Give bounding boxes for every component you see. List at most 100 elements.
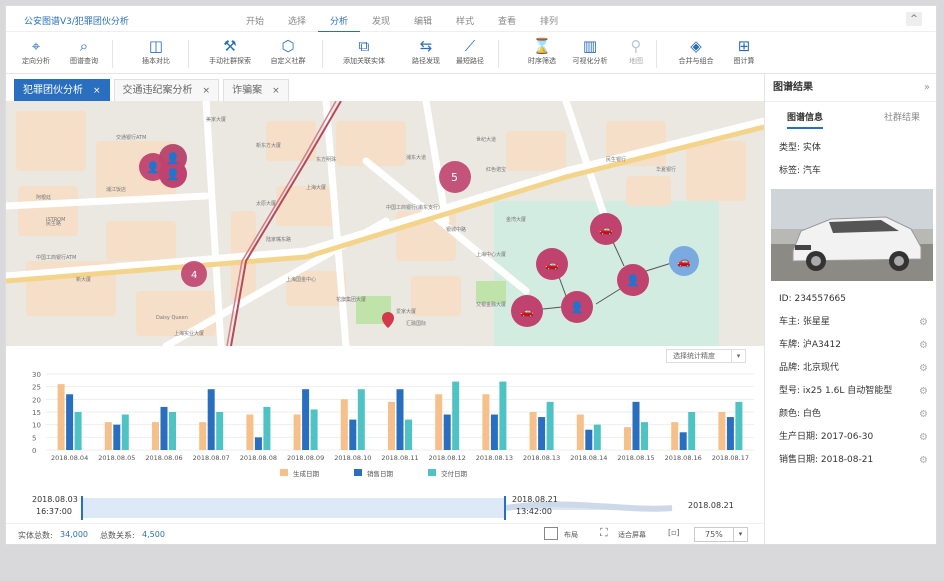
x-tick-label: 2018.08.13: [476, 454, 513, 462]
map-place-label: 汇融国际: [406, 320, 426, 327]
svg-text:🚗: 🚗: [599, 223, 613, 236]
x-tick-label: 2018.08.06: [145, 454, 182, 462]
gear-icon[interactable]: ⚙: [919, 357, 928, 380]
close-icon[interactable]: ×: [203, 86, 211, 96]
legend-swatch: [280, 469, 288, 476]
tool-label: 地图: [629, 57, 643, 65]
map-place-label: 爱家大厦: [396, 308, 416, 315]
field-produced: 生产日期: 2017-06-30 ⚙: [765, 426, 936, 449]
tab-1[interactable]: 交通违纪案分析 ×: [113, 79, 220, 101]
tool-compare-button[interactable]: ◫ 插本对比: [128, 36, 184, 66]
y-tick-label: 20: [32, 396, 41, 404]
tab-graph-info[interactable]: 图谱信息: [787, 110, 824, 129]
gear-icon[interactable]: ⚙: [919, 334, 928, 357]
menu-3[interactable]: 发现: [360, 14, 402, 33]
tool-label: 可视化分析: [572, 57, 608, 65]
tool-search-button[interactable]: ⌕ 图谱查询: [56, 36, 112, 66]
bar-1-3: [207, 389, 215, 450]
field-color: 颜色: 白色 ⚙: [765, 403, 936, 426]
menu-7[interactable]: 排列: [528, 14, 570, 33]
layout-icon[interactable]: [544, 527, 558, 540]
menu-5[interactable]: 样式: [444, 14, 486, 33]
fit-screen-button[interactable]: 适合屏幕: [618, 530, 646, 540]
entity-count: 34,000: [60, 530, 88, 539]
x-tick-label: 2018.08.11: [381, 454, 418, 462]
toolbar-separator: [188, 40, 189, 68]
app-window: 公安图谱V3/犯罪团伙分析 开始 选择 分析 发现 编辑 样式 查看 排列 ^ ⌖ 定向分析 ⌕ 图…: [5, 5, 937, 545]
bar-2-5: [310, 409, 318, 450]
field-produced-value: 生产日期: 2017-06-30: [779, 432, 874, 442]
svg-text:🚗: 🚗: [545, 258, 559, 271]
menu-6[interactable]: 查看: [486, 14, 528, 33]
bar-2-14: [735, 401, 743, 450]
tool-wrench-button[interactable]: ⚒ 手动社群探索: [202, 36, 258, 66]
field-brand: 品牌: 北京现代 ⚙: [765, 357, 936, 380]
toolbar-separator: [498, 40, 499, 68]
map-place-label: 阿根廷: [36, 194, 51, 201]
legend-label: 生成日期: [293, 469, 320, 478]
bar-0-4: [246, 414, 254, 450]
map-view[interactable]: 5 4 👤 👤 👤 🚗 🚗 👤 🚗 👤 🚗 交通银行ATM 中国工商银行ATM 中国…: [6, 101, 764, 346]
bar-2-4: [263, 406, 271, 450]
timeline-slider[interactable]: 2018.08.03 16:37:00 2018.08.21 13:42:00 …: [6, 488, 764, 522]
link-entity-icon: ⧉: [358, 37, 370, 55]
legend-label: 销售日期: [367, 469, 394, 478]
gear-icon[interactable]: ⚙: [919, 403, 928, 426]
expand-panel-icon[interactable]: »: [924, 74, 930, 102]
svg-text:👤: 👤: [626, 274, 640, 287]
bar-1-7: [396, 389, 404, 450]
bar-0-7: [388, 401, 395, 450]
bar-1-4: [254, 437, 262, 450]
entity-id: ID: 234557665: [779, 294, 847, 304]
map-place-label: 浦江饭店: [106, 186, 126, 193]
menu-1[interactable]: 选择: [276, 14, 318, 33]
svg-text:🚗: 🚗: [520, 305, 534, 318]
tool-graph-compute-button[interactable]: ⊞ 图计算: [716, 36, 772, 66]
shortest-path-icon: ⟋: [464, 37, 476, 55]
collapse-ribbon-button[interactable]: ^: [906, 12, 922, 26]
tool-label: 自定义社群: [270, 57, 306, 65]
tool-label: 路径发现: [412, 57, 440, 65]
tool-shortest-path-button[interactable]: ⟋ 最短路径: [442, 36, 498, 66]
zoom-icon[interactable]: [▫]: [668, 528, 680, 537]
gear-icon[interactable]: ⚙: [919, 311, 928, 334]
tab-2[interactable]: 诈骗案 ×: [223, 79, 289, 101]
close-icon[interactable]: ×: [272, 86, 280, 96]
x-tick-label: 2018.08.04: [51, 454, 88, 462]
tool-cube-button[interactable]: ⬡ 自定义社群: [260, 36, 316, 66]
result-panel: 图谱结果 » 图谱信息 社群结果 类型: 实体 标签: 汽车 ID: 234557…: [764, 74, 936, 544]
menu-4[interactable]: 编辑: [402, 14, 444, 33]
zoom-select[interactable]: 75% ▾: [694, 527, 748, 542]
bar-1-5: [302, 389, 310, 450]
gear-icon[interactable]: ⚙: [919, 426, 928, 449]
tool-link-entity-button[interactable]: ⧉ 添加关联实体: [336, 36, 392, 66]
layout-button[interactable]: 布局: [564, 530, 578, 540]
field-color-value: 颜色: 白色: [779, 409, 821, 419]
bar-2-7: [405, 419, 412, 450]
tab-0[interactable]: 犯罪团伙分析 ×: [14, 79, 110, 101]
bar-1-8: [443, 414, 451, 450]
bar-0-5: [293, 414, 301, 450]
close-icon[interactable]: ×: [93, 86, 101, 96]
entity-type: 类型: 实体: [779, 143, 821, 153]
precision-select[interactable]: 选择统计精度 ▾: [666, 349, 746, 363]
tab-community-results[interactable]: 社群结果: [884, 110, 920, 129]
gear-icon[interactable]: ⚙: [919, 380, 928, 403]
y-tick-label: 25: [32, 384, 41, 392]
map-place-label: 新东方大厦: [256, 142, 281, 149]
wrench-icon: ⚒: [223, 37, 237, 55]
gear-icon[interactable]: ⚙: [919, 449, 928, 472]
tool-label: 定向分析: [22, 57, 50, 65]
compare-icon: ◫: [148, 37, 164, 55]
svg-text:👤: 👤: [166, 152, 180, 165]
map-place-label: 民生银行: [606, 156, 626, 163]
map-place-label: ISTROM: [46, 217, 65, 223]
bar-1-9: [490, 414, 498, 450]
map-canvas[interactable]: 5 4 👤 👤 👤 🚗 🚗 👤 🚗 👤 🚗 交通银行ATM 中国工商银行ATM 中国…: [6, 101, 764, 346]
menu-2[interactable]: 分析: [318, 14, 360, 33]
x-tick-label: 2018.08.09: [287, 454, 324, 462]
y-tick-label: 30: [32, 371, 41, 379]
map-place-label: 上海大厦: [306, 184, 326, 191]
fit-screen-icon[interactable]: ⛶: [600, 526, 608, 540]
menu-0[interactable]: 开始: [234, 14, 276, 33]
